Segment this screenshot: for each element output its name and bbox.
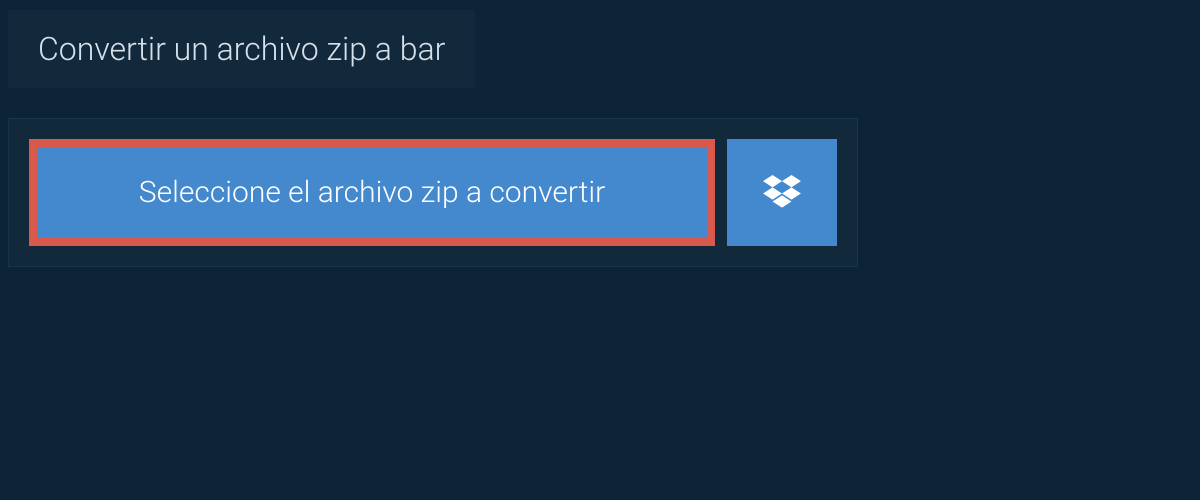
upload-panel: Seleccione el archivo zip a convertir: [8, 118, 858, 267]
app-container: Convertir un archivo zip a bar Seleccion…: [0, 0, 1200, 500]
dropbox-button[interactable]: [727, 139, 837, 246]
select-file-button[interactable]: Seleccione el archivo zip a convertir: [37, 147, 707, 238]
dropbox-icon: [763, 175, 801, 211]
select-file-highlight: Seleccione el archivo zip a convertir: [29, 139, 715, 246]
page-title: Convertir un archivo zip a bar: [8, 10, 475, 88]
